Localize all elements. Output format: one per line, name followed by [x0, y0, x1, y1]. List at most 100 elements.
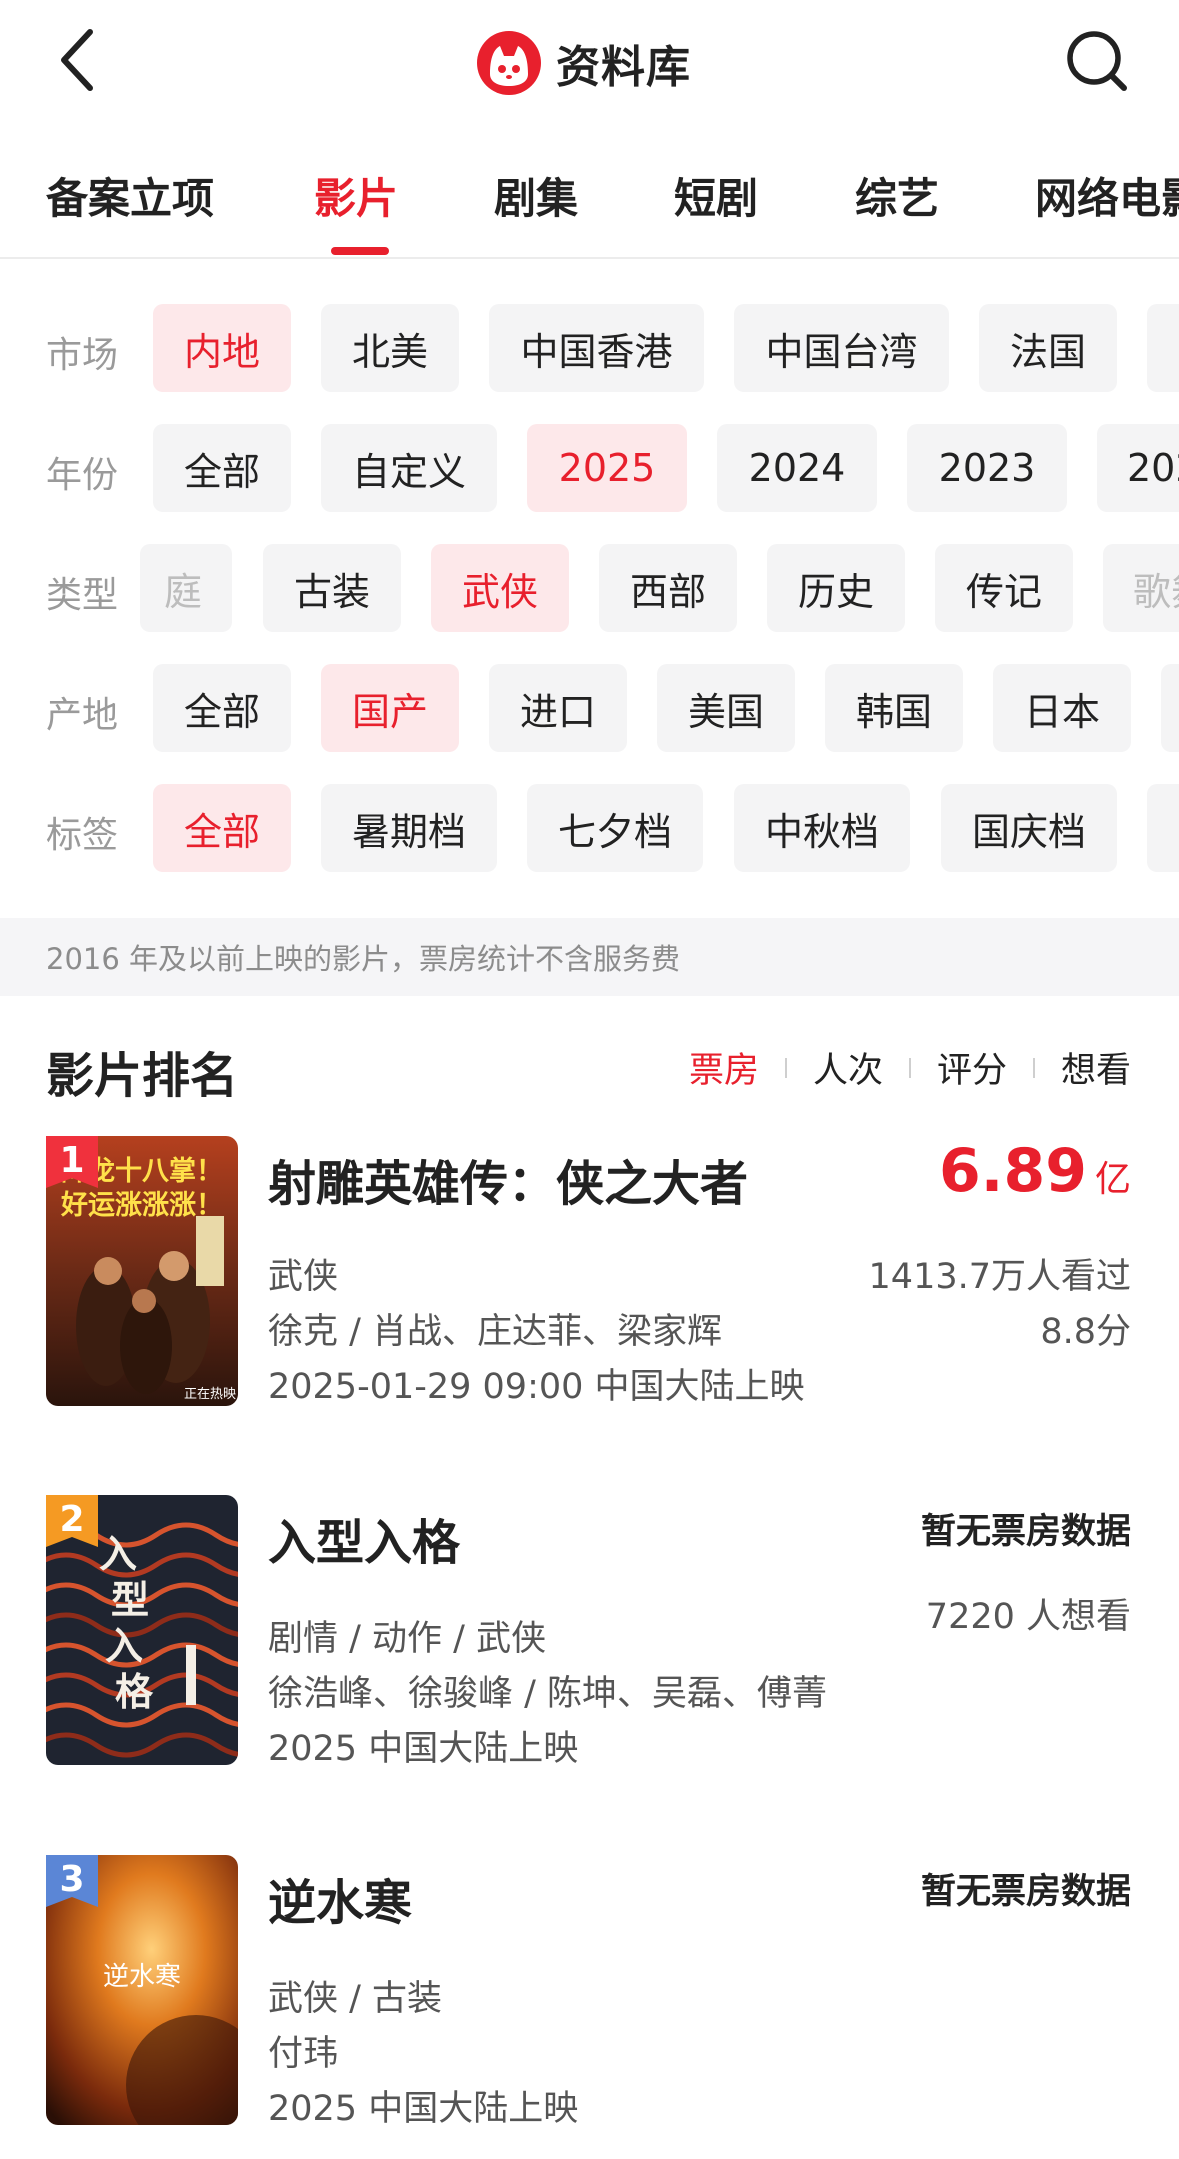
chip-year-all[interactable]: 全部 — [153, 424, 291, 512]
chip-origin-more[interactable] — [1161, 664, 1179, 752]
chip-year-2024[interactable]: 2024 — [717, 424, 877, 512]
tab-variety[interactable]: 综艺 — [855, 165, 939, 226]
sort-divider — [908, 1057, 911, 1078]
chip-origin-imported[interactable]: 进口 — [489, 664, 627, 752]
chip-year-2025[interactable]: 2025 — [527, 424, 687, 512]
cat-logo-icon — [477, 31, 541, 95]
movie-genre: 剧情 / 动作 / 武侠 — [268, 1619, 547, 1659]
poster-text: 型 — [111, 1578, 149, 1622]
chip-genre-biography[interactable]: 传记 — [935, 544, 1073, 632]
active-tab-indicator — [331, 247, 389, 255]
chip-tag-qixi[interactable]: 七夕档 — [527, 784, 703, 872]
box-office-unit: 亿 — [1094, 1159, 1131, 1200]
chip-origin-korea[interactable]: 韩国 — [825, 664, 963, 752]
chip-origin-all[interactable]: 全部 — [153, 664, 291, 752]
movie-release: 2025 中国大陆上映 — [268, 2089, 579, 2129]
chip-market-hongkong[interactable]: 中国香港 — [489, 304, 704, 392]
rank-number: 2 — [59, 1499, 85, 1540]
chip-origin-domestic[interactable]: 国产 — [321, 664, 459, 752]
sort-rating[interactable]: 评分 — [937, 1042, 1007, 1093]
rank-badge: 2 — [46, 1495, 98, 1557]
movie-viewers: 1413.7万人看过 — [868, 1257, 1131, 1297]
chip-year-custom[interactable]: 自定义 — [321, 424, 497, 512]
movie-item[interactable]: 降龙十八掌！ 好运涨涨涨！ 正在热映 1 射雕英雄传：侠之大者 6.89 亿 武侠… — [0, 1136, 1179, 1426]
chip-market-taiwan[interactable]: 中国台湾 — [734, 304, 949, 392]
tab-short-drama[interactable]: 短剧 — [674, 165, 758, 226]
search-icon — [1067, 31, 1127, 91]
sort-want-to-see[interactable]: 想看 — [1061, 1042, 1131, 1093]
poster-text: 格 — [115, 1670, 154, 1714]
chip-tag-national-day[interactable]: 国庆档 — [941, 784, 1117, 872]
sort-attendance[interactable]: 人次 — [813, 1042, 883, 1093]
chip-tag-more[interactable] — [1147, 784, 1179, 872]
movie-wants: 7220 人想看 — [925, 1597, 1131, 1637]
category-tabs: 备案立项 影片 剧集 短剧 综艺 网络电影 — [0, 125, 1179, 259]
rank-number: 1 — [59, 1140, 85, 1181]
chip-tag-summer[interactable]: 暑期档 — [321, 784, 497, 872]
chevron-left-icon — [61, 29, 93, 91]
movie-item[interactable]: 入 型 入 格 2 入型入格 暂无票房数据 7220 人想看 剧情 / 动作 /… — [0, 1495, 1179, 1785]
chip-origin-usa[interactable]: 美国 — [657, 664, 795, 752]
chip-market-france[interactable]: 法国 — [979, 304, 1117, 392]
chip-year-2023[interactable]: 2023 — [907, 424, 1067, 512]
tab-web-movie[interactable]: 网络电影 — [1035, 165, 1179, 226]
notice-bar: 2016 年及以前上映的影片，票房统计不含服务费 — [0, 918, 1179, 996]
movie-people: 徐浩峰、徐骏峰 / 陈坤、吴磊、傅菁 — [268, 1674, 828, 1714]
movie-release: 2025-01-29 09:00 中国大陆上映 — [268, 1367, 805, 1407]
chip-genre-costume[interactable]: 古装 — [263, 544, 401, 632]
chip-origin-japan[interactable]: 日本 — [993, 664, 1131, 752]
brand: 资料库 — [476, 28, 691, 98]
chip-tag-all[interactable]: 全部 — [153, 784, 291, 872]
filter-row-tag: 标签 全部 暑期档 七夕档 中秋档 国庆档 — [0, 784, 1179, 874]
movie-title[interactable]: 入型入格 — [268, 1503, 460, 1573]
box-office: 6.89 亿 — [939, 1136, 1131, 1206]
back-button[interactable] — [52, 26, 112, 96]
movie-title[interactable]: 射雕英雄传：侠之大者 — [268, 1144, 748, 1214]
tab-filing[interactable]: 备案立项 — [46, 165, 214, 226]
tab-series[interactable]: 剧集 — [494, 165, 578, 226]
chip-genre-musical[interactable]: 歌舞 — [1103, 544, 1179, 632]
chip-genre-family-label: 家庭 — [164, 569, 202, 614]
rank-badge: 1 — [46, 1136, 98, 1198]
chip-genre-western[interactable]: 西部 — [599, 544, 737, 632]
filter-label-origin: 产地 — [46, 695, 119, 736]
poster-text: 逆水寒 — [103, 1962, 181, 1992]
sort-options: 票房 人次 评分 想看 — [689, 1042, 1131, 1093]
movie-score: 8.8分 — [1040, 1312, 1131, 1352]
movie-people: 付玮 — [268, 2034, 339, 2074]
poster-text: 入 — [105, 1624, 143, 1668]
filter-row-year: 年份 全部 自定义 2025 2024 2023 2022 — [0, 424, 1179, 514]
rank-number: 3 — [59, 1859, 85, 1900]
sort-box-office[interactable]: 票房 — [689, 1042, 759, 1093]
chip-market-north-america[interactable]: 北美 — [321, 304, 459, 392]
chip-market-more[interactable] — [1147, 304, 1179, 392]
notice-text: 2016 年及以前上映的影片，票房统计不含服务费 — [46, 942, 681, 976]
chip-genre-history[interactable]: 历史 — [767, 544, 905, 632]
poster-text: 正在热映 — [184, 1387, 236, 1402]
chip-market-mainland[interactable]: 内地 — [153, 304, 291, 392]
movie-item[interactable]: 逆水寒 3 逆水寒 暂无票房数据 武侠 / 古装 付玮 2025 中国大陆上映 — [0, 1855, 1179, 2145]
chip-genre-wuxia[interactable]: 武侠 — [431, 544, 569, 632]
movie-title[interactable]: 逆水寒 — [268, 1863, 412, 1933]
poster-text: 入 — [99, 1532, 137, 1576]
movie-genre: 武侠 / 古装 — [268, 1979, 443, 2019]
box-office-status: 暂无票房数据 — [920, 1512, 1131, 1552]
chip-tag-mid-autumn[interactable]: 中秋档 — [734, 784, 910, 872]
movie-release: 2025 中国大陆上映 — [268, 1729, 579, 1769]
ranking-title: 影片排名 — [46, 1048, 239, 1104]
filter-row-genre: 类型 家庭 古装 武侠 西部 历史 传记 歌舞 — [0, 544, 1179, 634]
app-header: 资料库 — [0, 0, 1179, 125]
filter-label-tag: 标签 — [46, 815, 119, 856]
chip-year-2022[interactable]: 2022 — [1097, 424, 1179, 512]
rank-badge: 3 — [46, 1855, 98, 1917]
filter-label-year: 年份 — [46, 455, 119, 496]
box-office-status: 暂无票房数据 — [920, 1872, 1131, 1912]
search-button[interactable] — [1062, 26, 1132, 96]
tab-films[interactable]: 影片 — [314, 165, 398, 226]
filter-label-genre: 类型 — [46, 575, 119, 616]
filter-row-market: 市场 内地 北美 中国香港 中国台湾 法国 — [0, 304, 1179, 394]
movie-people: 徐克 / 肖战、庄达菲、梁家辉 — [268, 1312, 723, 1352]
chip-genre-family[interactable]: 家庭 — [140, 544, 232, 632]
filter-label-market: 市场 — [46, 335, 119, 376]
movie-genre: 武侠 — [268, 1257, 339, 1297]
